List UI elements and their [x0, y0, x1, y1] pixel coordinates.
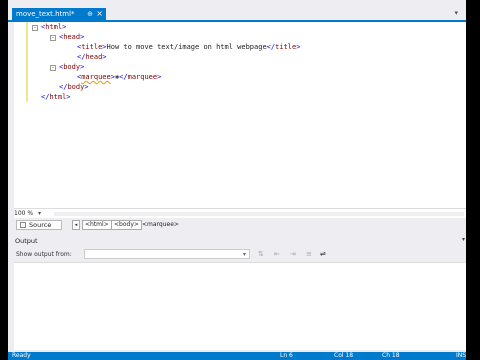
code-line-5: <body>: [59, 63, 85, 71]
code-line-4: </head>: [77, 53, 107, 61]
fold-toggle-head[interactable]: -: [50, 35, 56, 41]
code-editor[interactable]: - - - <html> <head> <title>How to move t…: [14, 22, 466, 208]
code-line-6: <marquee>✱</marquee>: [77, 73, 162, 81]
output-panel-menu-icon[interactable]: ▾: [462, 236, 465, 243]
breadcrumb-body[interactable]: <body>: [111, 220, 142, 230]
horizontal-scrollbar[interactable]: [54, 212, 464, 216]
document-tab-strip: move_text.html* ⊕ × ▾: [8, 8, 466, 20]
code-line-2: <head>: [59, 33, 85, 41]
pin-icon[interactable]: ⊕: [87, 10, 93, 18]
code-line-1: <html>: [41, 23, 67, 31]
view-bar: Source ◂ <html> <body> <marquee>: [14, 218, 466, 232]
document-tab[interactable]: move_text.html* ⊕ ×: [12, 8, 106, 20]
output-toolbar: Show output from: ▾ ⇅ ⇤ ⇥ ≡ ⇌: [14, 248, 466, 260]
status-line: Ln 6: [280, 352, 293, 359]
output-content[interactable]: [14, 262, 466, 350]
show-output-label: Show output from:: [16, 251, 72, 258]
breadcrumb-back-button[interactable]: ◂: [72, 220, 80, 230]
fold-toggle-html[interactable]: -: [32, 25, 38, 31]
code-line-3: <title>How to move text/image on html we…: [77, 43, 301, 51]
output-panel-header: Output ▾: [14, 236, 466, 246]
source-icon: [20, 222, 26, 228]
close-icon[interactable]: ×: [96, 9, 103, 18]
go-to-next-icon[interactable]: ⇥: [290, 250, 296, 258]
ide-window: move_text.html* ⊕ × ▾ - - - <html> <head…: [8, 0, 466, 360]
code-line-8: </html>: [41, 93, 71, 101]
change-tracking-bar: [26, 22, 28, 102]
zoom-bar: 100 % ▾: [14, 208, 466, 218]
go-to-previous-icon[interactable]: ⇤: [274, 250, 280, 258]
code-line-7: </body>: [59, 83, 89, 91]
source-view-button[interactable]: Source: [16, 220, 62, 230]
source-view-label: Source: [29, 221, 52, 229]
status-char: Ch 18: [382, 352, 400, 359]
zoom-level[interactable]: 100 %: [14, 210, 33, 217]
output-panel-title: Output: [15, 237, 38, 245]
find-message-icon[interactable]: ⇅: [258, 250, 264, 258]
chevron-down-icon: ▾: [242, 251, 246, 258]
status-ready: Ready: [12, 352, 31, 359]
breadcrumb-marquee[interactable]: <marquee>: [139, 220, 182, 230]
clear-all-icon[interactable]: ≡: [306, 250, 312, 258]
breadcrumb-html[interactable]: <html>: [82, 220, 112, 230]
document-tab-label: move_text.html*: [16, 10, 75, 18]
show-output-select[interactable]: ▾: [84, 249, 250, 259]
status-column: Col 18: [334, 352, 354, 359]
fold-toggle-body[interactable]: -: [50, 65, 56, 71]
word-wrap-icon[interactable]: ⇌: [320, 250, 326, 258]
status-bar: Ready Ln 6 Col 18 Ch 18 INS: [8, 352, 466, 360]
tab-list-dropdown-icon[interactable]: ▾: [454, 9, 458, 17]
zoom-dropdown-icon[interactable]: ▾: [38, 210, 41, 217]
status-insert-mode: INS: [456, 352, 466, 359]
